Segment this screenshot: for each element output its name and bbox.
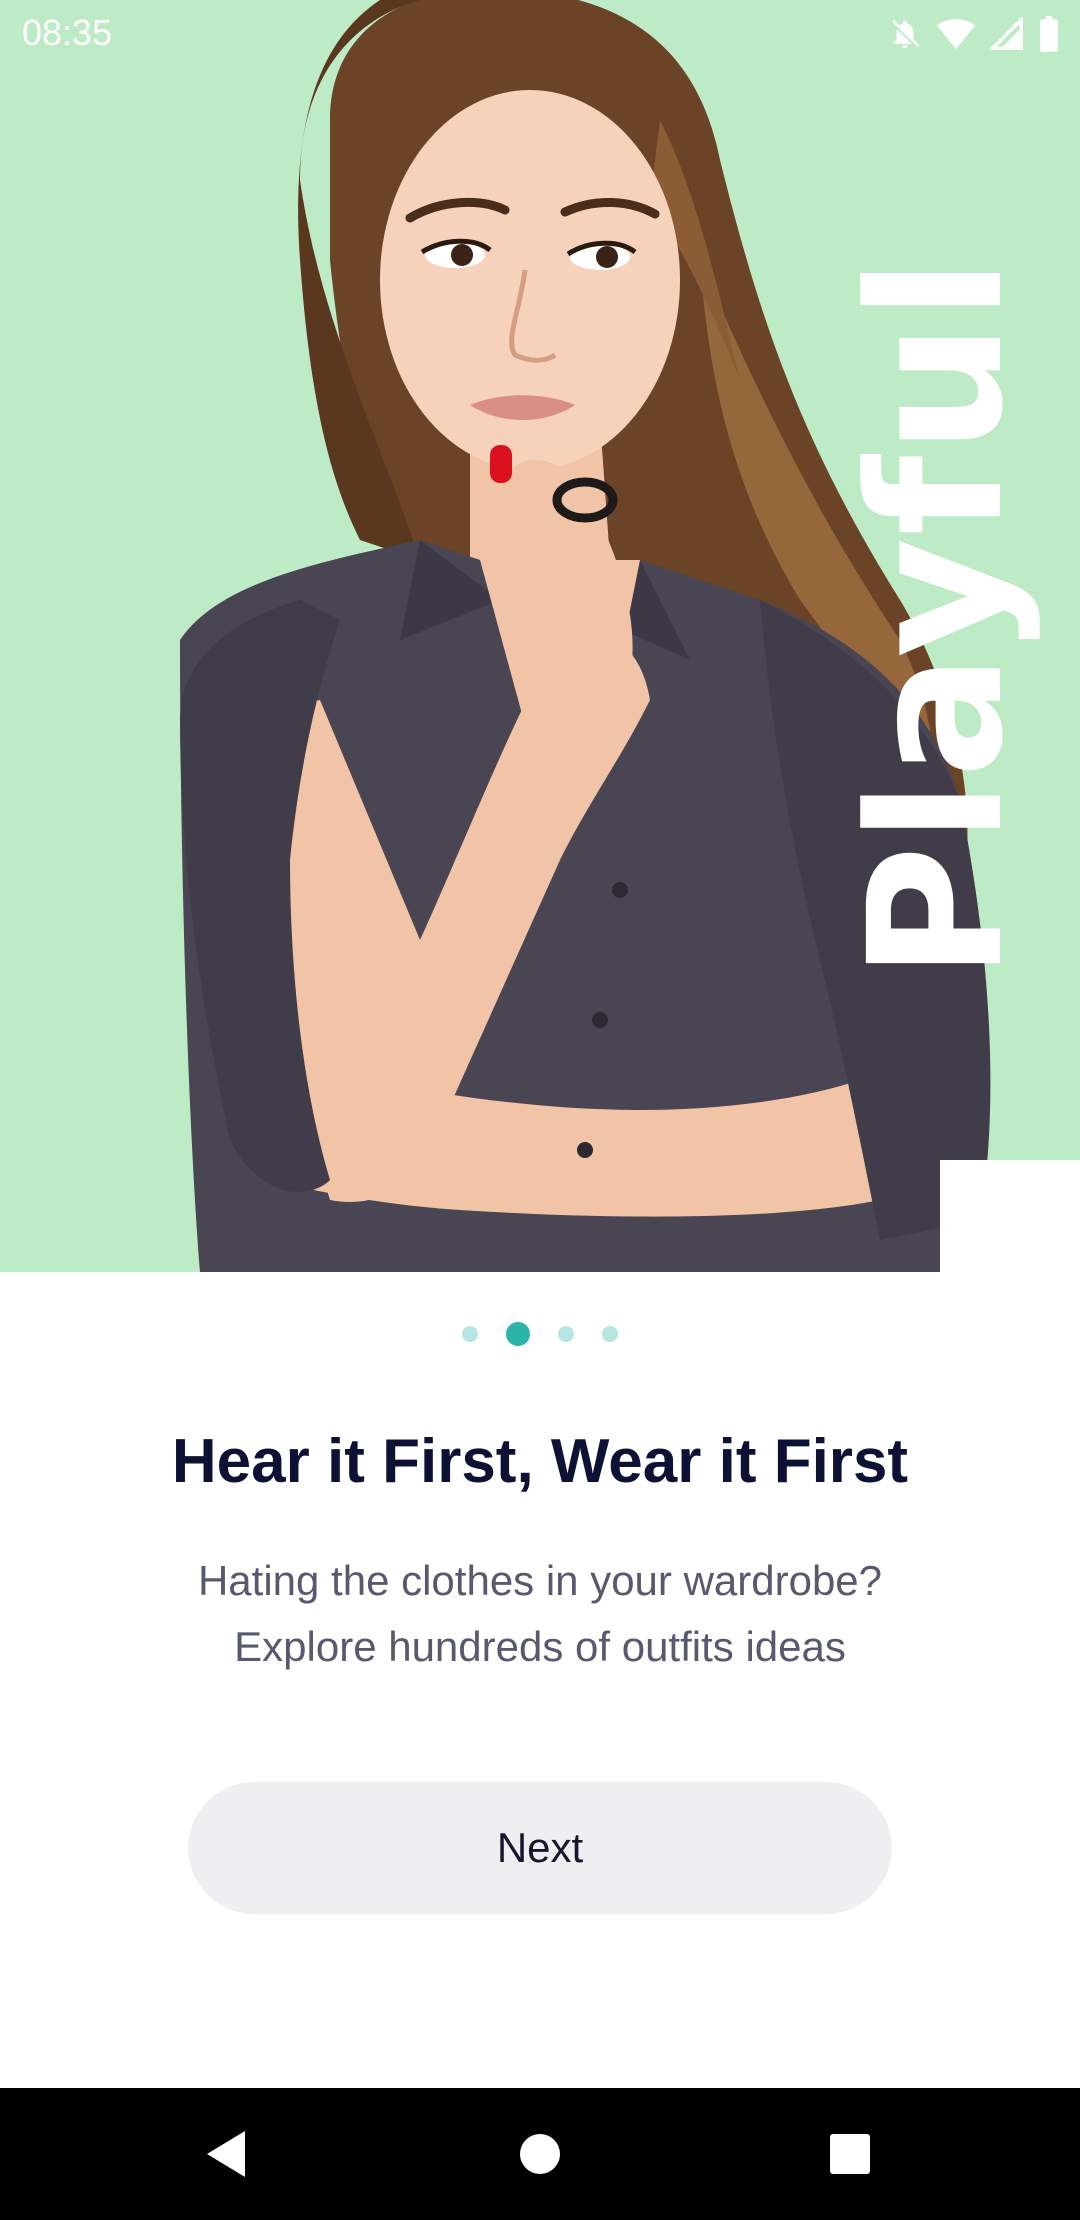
recents-icon[interactable]	[820, 2124, 880, 2184]
notifications-off-icon	[888, 17, 922, 51]
card-corner	[940, 1160, 1080, 1280]
onboarding-subtext: Hating the clothes in your wardrobe? Exp…	[0, 1548, 1080, 1680]
onboarding-headline: Hear it First, Wear it First	[171, 1427, 909, 1496]
hero-vertical-word: Playful	[830, 255, 1044, 980]
page-dot-1[interactable]	[462, 1326, 478, 1342]
content-card	[0, 1272, 1080, 2088]
onboarding-screen: Playful 08:35 Hear it First, Wear it Fir…	[0, 0, 1080, 2220]
subtext-line-1: Hating the clothes in your wardrobe?	[197, 1557, 883, 1604]
status-icons	[888, 14, 1060, 54]
page-dot-4[interactable]	[602, 1326, 618, 1342]
signal-icon	[990, 17, 1024, 51]
wifi-icon	[936, 17, 976, 51]
system-nav-bar	[0, 2088, 1080, 2220]
page-dot-2-active[interactable]	[506, 1322, 530, 1346]
next-button[interactable]: Next	[188, 1782, 892, 1914]
status-bar: 08:35	[0, 0, 1080, 66]
status-time: 08:35	[22, 12, 113, 53]
subtext-line-2: Explore hundreds of outfits ideas	[234, 1623, 846, 1670]
back-icon[interactable]	[196, 2124, 256, 2184]
home-icon[interactable]	[510, 2124, 570, 2184]
pagination-dots	[0, 1322, 1080, 1346]
page-dot-3[interactable]	[558, 1326, 574, 1342]
battery-icon	[1038, 16, 1060, 52]
